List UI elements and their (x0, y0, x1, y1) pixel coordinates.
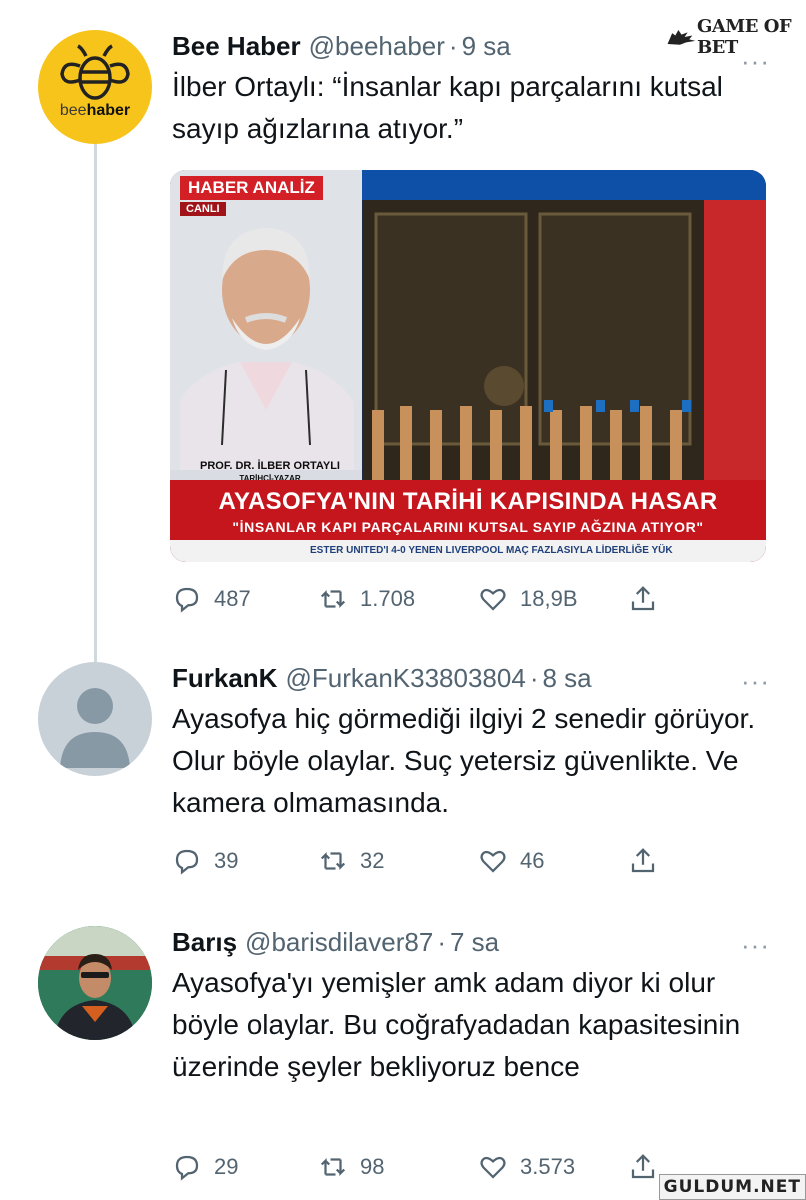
bee-icon (60, 44, 130, 100)
watermark-bottom: GULDUM.NET (658, 1174, 806, 1200)
reply-button[interactable]: 29 (172, 1152, 238, 1182)
retweet-button[interactable]: 32 (318, 846, 384, 876)
separator-dot: · (529, 662, 539, 693)
media-live-tag: CANLI (180, 202, 226, 216)
reply-count: 487 (214, 586, 251, 611)
user-photo-icon (38, 926, 152, 1040)
media-subline: "İNSANLAR KAPI PARÇALARINI KUTSAL SAYIP … (232, 519, 704, 535)
tweet-actions: 39 32 46 (172, 844, 672, 878)
like-count: 46 (520, 848, 545, 873)
reply-count: 39 (214, 848, 239, 873)
share-icon (631, 848, 655, 873)
reply-button[interactable]: 487 (172, 584, 251, 614)
timestamp[interactable]: 9 sa (462, 31, 511, 62)
display-name[interactable]: Barış (172, 927, 237, 958)
user-handle[interactable]: @barisdilaver87 (245, 927, 433, 958)
separator-dot: · (448, 30, 458, 61)
retweet-count: 32 (360, 848, 385, 873)
heart-icon (480, 850, 506, 873)
like-button[interactable]: 3.573 (478, 1152, 575, 1182)
more-options-icon[interactable]: ··· (741, 46, 770, 77)
retweet-count: 98 (360, 1154, 385, 1179)
avatar-beehaber-label: beehaber (59, 102, 131, 119)
reply-count: 29 (214, 1154, 239, 1179)
media-guest-panel (170, 170, 362, 500)
avatar-beehaber[interactable]: beehaber (38, 30, 152, 144)
reply-button[interactable]: 39 (172, 846, 238, 876)
avatar-furkank[interactable] (38, 662, 152, 776)
tweet-media-image[interactable]: HABER ANALİZ CANLI PROF. DR. İLBER ORTAY… (170, 170, 766, 562)
retweet-button[interactable]: 1.708 (318, 584, 415, 614)
thread-connector-line (94, 122, 97, 662)
more-options-icon[interactable]: ··· (741, 930, 770, 961)
media-headline: AYASOFYA'NIN TARİHİ KAPISINDA HASAR (218, 488, 718, 515)
share-icon (631, 586, 655, 611)
display-name[interactable]: Bee Haber (172, 31, 301, 62)
like-count: 3.573 (520, 1154, 576, 1179)
avatar-baris[interactable] (38, 926, 152, 1040)
like-button[interactable]: 18,9B (478, 584, 578, 614)
timestamp[interactable]: 7 sa (450, 927, 499, 958)
share-button[interactable] (628, 584, 670, 614)
media-news-ticker: ESTER UNITED'I 4-0 YENEN LIVERPOOL MAÇ F… (170, 540, 766, 562)
media-door-scene (364, 200, 704, 500)
display-name[interactable]: FurkanK (172, 663, 277, 694)
tweet-text: Ayasofya'yı yemişler amk adam diyor ki o… (172, 967, 741, 1082)
retweet-button[interactable]: 98 (318, 1152, 384, 1182)
reply-icon (175, 587, 199, 613)
like-count: 18,9B (520, 586, 578, 611)
like-button[interactable]: 46 (478, 846, 544, 876)
tweet-header: Bee Haber @beehaber · 9 sa (172, 30, 776, 62)
heart-icon (480, 588, 506, 611)
separator-dot: · (437, 926, 446, 957)
heart-icon (480, 1156, 506, 1179)
share-icon (631, 1154, 655, 1179)
retweet-count: 1.708 (360, 586, 416, 611)
default-user-icon (60, 688, 130, 768)
tweet-actions: 29 98 3.573 (172, 1150, 672, 1184)
media-program-tag: HABER ANALİZ (180, 176, 323, 200)
tweet-header: FurkanK @FurkanK33803804 · 8 sa (172, 662, 776, 694)
share-button[interactable] (628, 846, 670, 876)
retweet-icon (320, 1158, 346, 1176)
media-guest-name: PROF. DR. İLBER ORTAYLI (200, 460, 340, 472)
retweet-icon (320, 590, 346, 608)
reply-icon (175, 849, 199, 875)
tweet-header: Barış @barisdilaver87 · 7 sa (172, 926, 776, 958)
reply-icon (175, 1155, 199, 1181)
tweet-actions: 487 1.708 18,9B (172, 582, 672, 616)
tweet-text: Ayasofya hiç görmediği ilgiyi 2 senedir … (172, 703, 756, 818)
user-handle[interactable]: @beehaber (309, 31, 445, 62)
user-handle[interactable]: @FurkanK33803804 (285, 663, 525, 694)
door-damage-icon (364, 200, 704, 500)
retweet-icon (320, 852, 346, 870)
more-options-icon[interactable]: ··· (741, 666, 770, 697)
timestamp[interactable]: 8 sa (542, 663, 591, 694)
media-side-strip (704, 200, 766, 500)
tweet-text: İlber Ortaylı: “İnsanlar kapı parçaların… (172, 71, 723, 144)
